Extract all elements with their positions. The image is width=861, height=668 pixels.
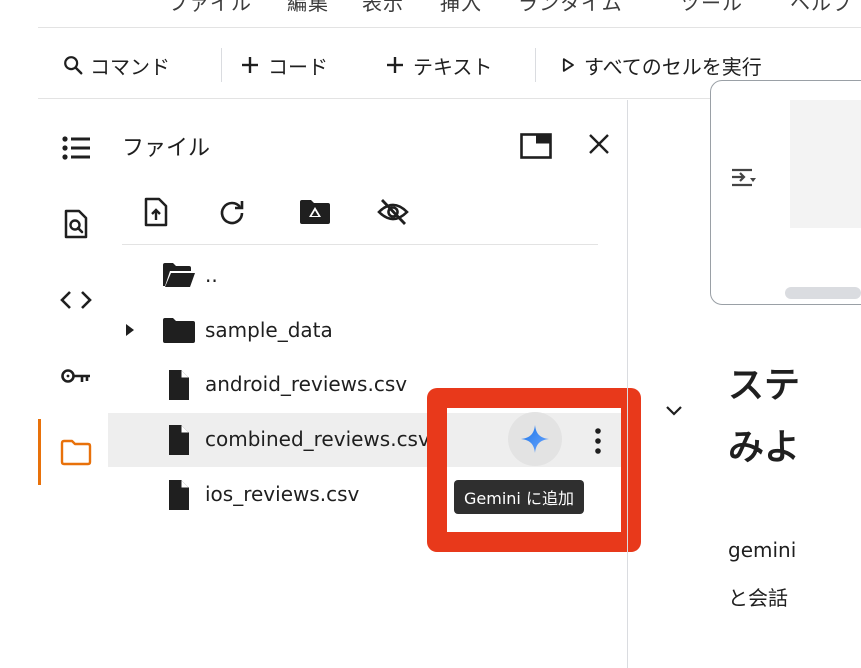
find-replace-button[interactable] <box>56 204 96 244</box>
toggle-hidden-files-button[interactable] <box>373 192 413 232</box>
close-panel-button[interactable] <box>579 124 619 164</box>
folder-icon <box>60 439 92 466</box>
open-in-tab-button[interactable] <box>516 126 556 166</box>
highlight-annotation <box>427 388 641 552</box>
code-icon <box>60 291 92 309</box>
toolbar-separator <box>221 48 222 82</box>
plus-icon <box>242 57 258 73</box>
files-button[interactable] <box>56 432 96 472</box>
output-icon <box>732 168 756 187</box>
add-code-button[interactable]: コード <box>238 49 328 81</box>
folder-icon <box>163 318 195 343</box>
output-toggle-button[interactable] <box>728 164 758 196</box>
file-icon <box>169 425 189 455</box>
menu-edit[interactable]: 編集 <box>287 0 329 16</box>
find-icon <box>64 209 88 239</box>
list-item-folder[interactable]: sample_data <box>108 304 626 358</box>
toc-icon <box>62 136 90 160</box>
run-all-label: すべてのセルを実行 <box>584 54 762 79</box>
file-label: combined_reviews.csv <box>205 427 430 451</box>
paragraph-text: gemini <box>728 538 797 562</box>
plus-icon <box>387 57 403 73</box>
close-icon <box>589 134 609 154</box>
menu-runtime[interactable]: ランタイム <box>518 0 623 16</box>
chevron-right-icon[interactable] <box>124 323 136 337</box>
cell-output-area <box>790 100 861 228</box>
search-icon <box>64 56 83 75</box>
list-item-parent-dir[interactable]: .. <box>108 249 626 303</box>
secrets-button[interactable] <box>56 356 96 396</box>
file-icon <box>169 370 189 400</box>
cell-scrollbar[interactable] <box>785 287 861 299</box>
command-label: コマンド <box>90 54 170 79</box>
open-folder-icon <box>163 263 195 287</box>
code-snippets-button[interactable] <box>56 280 96 320</box>
key-icon <box>61 369 90 383</box>
toolbar-separator <box>535 48 536 82</box>
maximize-icon <box>520 133 552 159</box>
chevron-down-icon <box>666 406 682 416</box>
paragraph-text-continued: と会話 <box>728 586 788 610</box>
collapse-section-button[interactable] <box>663 403 685 423</box>
toc-button[interactable] <box>56 128 96 168</box>
upload-icon <box>144 197 168 227</box>
file-label: sample_data <box>205 318 333 342</box>
play-icon <box>562 58 574 72</box>
menu-insert[interactable]: 挿入 <box>440 0 482 16</box>
menu-bar: ファイル 編集 表示 挿入 ランタイム ツール ヘルプ <box>0 0 861 24</box>
drive-icon <box>300 200 330 224</box>
panel-border <box>627 100 628 668</box>
add-text-button[interactable]: テキスト <box>383 49 492 81</box>
file-label: ios_reviews.csv <box>205 482 360 506</box>
mount-drive-button[interactable] <box>295 192 335 232</box>
file-icon <box>169 480 189 510</box>
run-all-button[interactable]: すべてのセルを実行 <box>558 49 762 81</box>
menu-divider <box>38 27 861 28</box>
upload-button[interactable] <box>136 192 176 232</box>
file-label: android_reviews.csv <box>205 372 408 396</box>
panel-separator <box>122 244 598 245</box>
add-code-label: コード <box>268 54 328 79</box>
parent-dir-label: .. <box>205 263 218 287</box>
menu-tools[interactable]: ツール <box>680 0 743 16</box>
add-text-label: テキスト <box>413 54 493 79</box>
refresh-button[interactable] <box>212 192 252 232</box>
section-heading-continued: みよ <box>728 427 801 468</box>
command-button[interactable]: コマンド <box>62 49 170 81</box>
hide-icon <box>377 199 409 225</box>
refresh-icon <box>220 201 244 225</box>
menu-view[interactable]: 表示 <box>362 0 404 16</box>
panel-title: ファイル <box>122 136 211 161</box>
menu-help[interactable]: ヘルプ <box>790 0 853 16</box>
rail-active-indicator <box>38 419 41 485</box>
section-heading: ステ <box>728 365 801 406</box>
menu-file[interactable]: ファイル <box>168 0 252 16</box>
